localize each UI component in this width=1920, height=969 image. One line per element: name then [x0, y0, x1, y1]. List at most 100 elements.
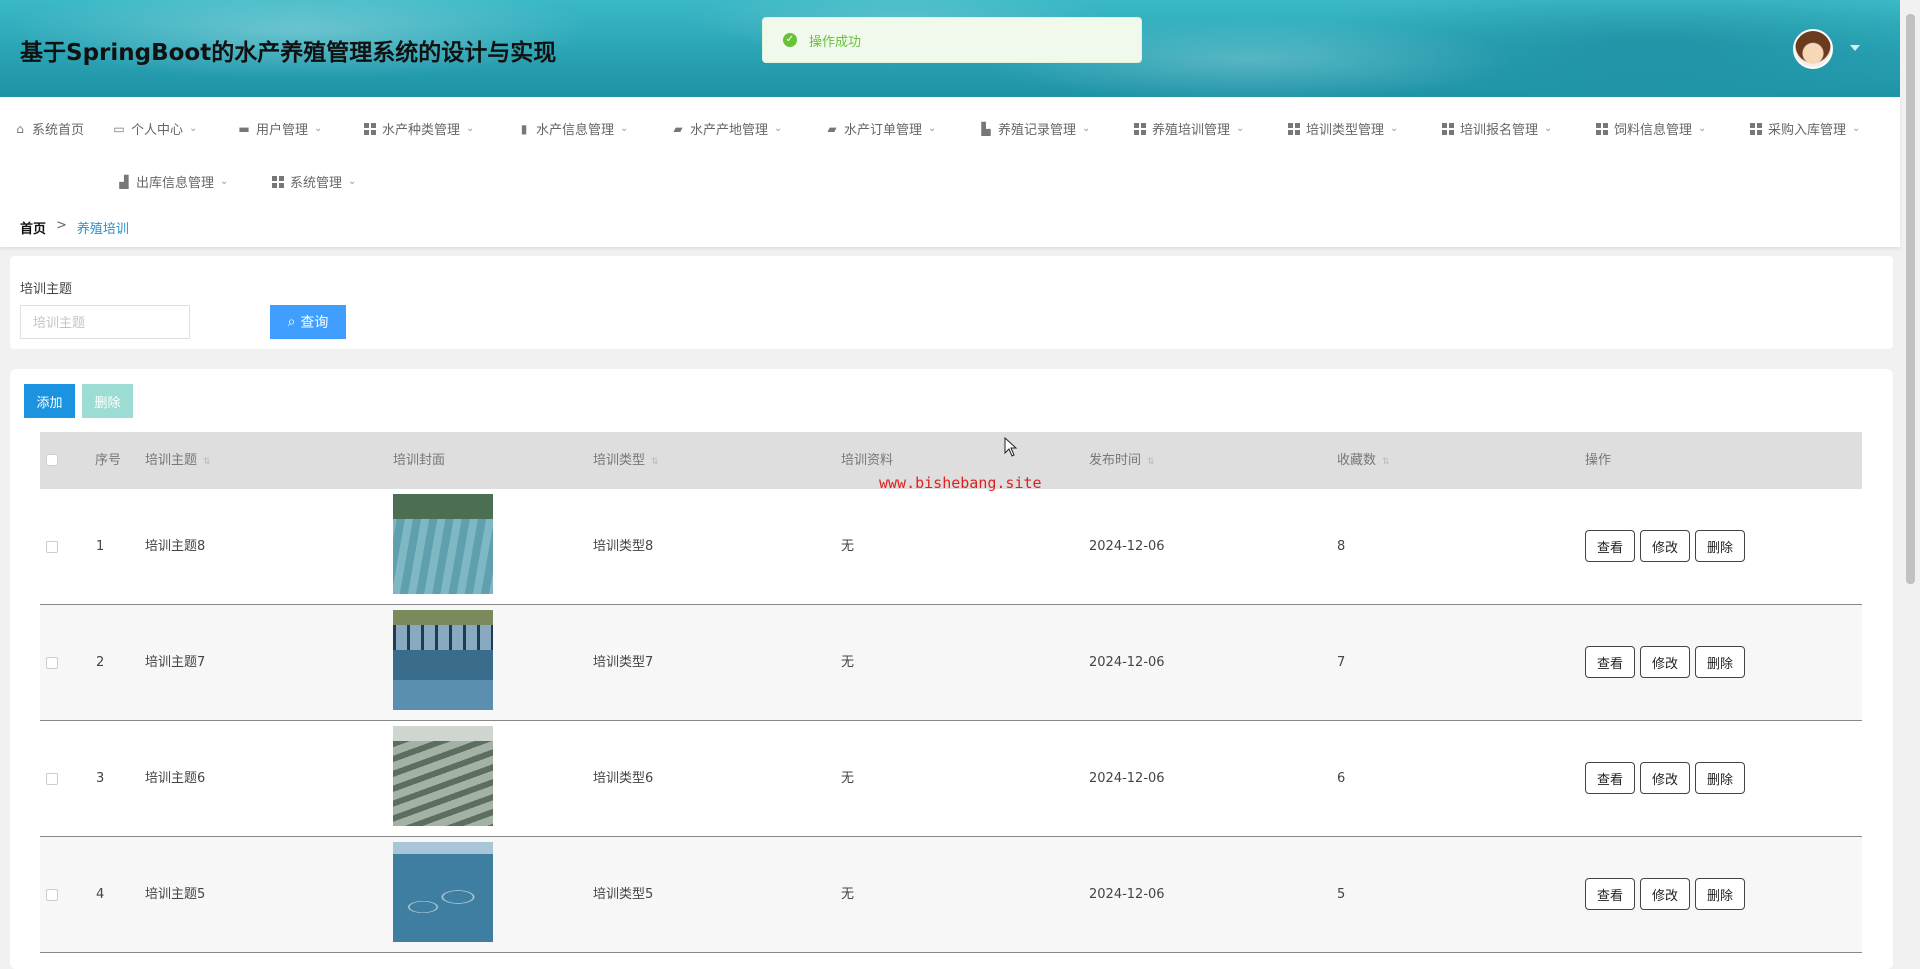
table-row: 4 培训主题5 培训类型5 无 2024-12-06 5 查看 修改 删除 [40, 837, 1862, 953]
cell-index: 3 [96, 771, 105, 786]
cover-image [393, 726, 493, 826]
nav-item-label: 采购入库管理 [1768, 123, 1847, 138]
delete-button[interactable]: 删除 [1695, 762, 1745, 794]
chevron-down-icon: ⌄ [928, 123, 937, 134]
row-checkbox[interactable] [46, 657, 58, 669]
nav-item-label: 出库信息管理 [136, 176, 215, 191]
edit-button[interactable]: 修改 [1640, 530, 1690, 562]
nav-item-training-management[interactable]: 养殖培训管理 ⌄ [1134, 119, 1244, 138]
header-publish-date[interactable]: 发布时间 ⇅ [1089, 432, 1155, 489]
chevron-down-icon: ⌄ [1082, 123, 1091, 134]
briefcase-icon: ▰ [827, 121, 837, 136]
search-input[interactable] [20, 305, 190, 339]
view-button[interactable]: 查看 [1585, 530, 1635, 562]
success-toast: ✓ 操作成功 [762, 17, 1142, 63]
chevron-down-icon[interactable] [1850, 45, 1860, 51]
nav-item-home[interactable]: ⌂ 系统首页 [14, 119, 85, 139]
header-favorites[interactable]: 收藏数 ⇅ [1337, 432, 1390, 489]
cell-topic: 培训主题7 [145, 655, 206, 670]
chevron-down-icon: ⌄ [1698, 123, 1707, 134]
nav-item-origin-management[interactable]: ▰ 水产产地管理 ⌄ [672, 119, 783, 139]
nav-item-training-type-management[interactable]: 培训类型管理 ⌄ [1288, 119, 1398, 138]
view-button[interactable]: 查看 [1585, 646, 1635, 678]
grid-icon [272, 175, 284, 188]
nav-item-order-management[interactable]: ▰ 水产订单管理 ⌄ [826, 119, 937, 139]
nav-item-training-signup-management[interactable]: 培训报名管理 ⌄ [1442, 119, 1552, 138]
nav-item-system-management[interactable]: 系统管理 ⌄ [272, 172, 356, 191]
toast-message: 操作成功 [809, 34, 862, 50]
nav-item-label: 水产产地管理 [690, 123, 769, 138]
cell-topic: 培训主题5 [145, 887, 206, 902]
cell-index: 4 [96, 887, 105, 902]
delete-button[interactable]: 删除 [1695, 530, 1745, 562]
delete-button[interactable]: 删除 [1695, 878, 1745, 910]
header-topic[interactable]: 培训主题 ⇅ [145, 432, 211, 489]
nav-item-species-management[interactable]: 水产种类管理 ⌄ [364, 119, 474, 138]
row-checkbox[interactable] [46, 541, 58, 553]
sort-icon[interactable]: ⇅ [1382, 457, 1390, 467]
sort-icon[interactable]: ⇅ [1147, 457, 1155, 467]
cell-publish-date: 2024-12-06 [1089, 771, 1165, 786]
chevron-down-icon: ⌄ [774, 123, 783, 134]
row-checkbox[interactable] [46, 773, 58, 785]
breadcrumb-current: 养殖培训 [76, 222, 129, 237]
cell-type: 培训类型8 [593, 539, 654, 554]
edit-button[interactable]: 修改 [1640, 878, 1690, 910]
nav-item-personal-center[interactable]: ▭ 个人中心 ⌄ [113, 119, 198, 139]
chevron-down-icon: ⌄ [1236, 123, 1245, 134]
table-row: 3 培训主题6 培训类型6 无 2024-12-06 6 查看 修改 删除 [40, 721, 1862, 837]
cover-image [393, 842, 493, 942]
nav-item-label: 养殖记录管理 [998, 123, 1077, 138]
select-all-checkbox[interactable] [46, 454, 58, 466]
nav-item-purchase-stock-management[interactable]: 采购入库管理 ⌄ [1750, 119, 1860, 138]
cell-topic: 培训主题6 [145, 771, 206, 786]
edit-button[interactable]: 修改 [1640, 762, 1690, 794]
document-icon: ▮ [520, 121, 528, 136]
chevron-down-icon: ⌄ [1852, 123, 1861, 134]
scrollbar-thumb[interactable] [1906, 14, 1915, 584]
edit-button[interactable]: 修改 [1640, 646, 1690, 678]
grid-icon [1288, 122, 1300, 135]
nav-item-label: 系统首页 [32, 123, 85, 138]
avatar[interactable] [1793, 29, 1833, 69]
cover-image [393, 610, 493, 710]
cell-material: 无 [841, 771, 855, 786]
home-icon: ⌂ [16, 121, 24, 136]
nav-item-label: 培训类型管理 [1306, 123, 1385, 138]
sort-icon[interactable]: ⇅ [651, 457, 659, 467]
delete-button[interactable]: 删除 [1695, 646, 1745, 678]
chevron-down-icon: ⌄ [348, 176, 357, 187]
view-button[interactable]: 查看 [1585, 878, 1635, 910]
search-panel: 培训主题 ⌕ 查询 [10, 256, 1893, 349]
grid-icon [364, 122, 376, 135]
nav-item-feed-management[interactable]: 饲料信息管理 ⌄ [1596, 119, 1706, 138]
chevron-down-icon: ⌄ [189, 123, 198, 134]
search-icon: ⌕ [287, 314, 296, 330]
nav-item-aquatic-info-management[interactable]: ▮ 水产信息管理 ⌄ [518, 119, 629, 139]
nav-item-user-management[interactable]: ▬ 用户管理 ⌄ [238, 119, 322, 139]
breadcrumb-home[interactable]: 首页 [20, 218, 46, 237]
nav-item-farming-record-management[interactable]: ▙ 养殖记录管理 ⌄ [980, 119, 1091, 139]
view-button[interactable]: 查看 [1585, 762, 1635, 794]
cell-type: 培训类型6 [593, 771, 654, 786]
query-button[interactable]: ⌕ 查询 [270, 305, 346, 339]
sort-icon[interactable]: ⇅ [203, 457, 211, 467]
cell-material: 无 [841, 887, 855, 902]
nav-item-label: 水产订单管理 [844, 123, 923, 138]
header-type[interactable]: 培训类型 ⇅ [593, 432, 659, 489]
user-card-icon: ▭ [113, 121, 125, 136]
cell-index: 1 [96, 539, 105, 554]
nav-item-outbound-management[interactable]: ▟ 出库信息管理 ⌄ [118, 172, 228, 192]
grid-icon [1750, 122, 1762, 135]
add-button[interactable]: 添加 [24, 384, 75, 418]
batch-delete-button[interactable]: 删除 [82, 384, 133, 418]
breadcrumb: 首页 > 养殖培训 [20, 218, 129, 237]
chevron-down-icon: ⌄ [1544, 123, 1553, 134]
cell-favorites: 5 [1337, 887, 1346, 902]
query-button-label: 查询 [300, 315, 329, 331]
nav-item-label: 养殖培训管理 [1152, 123, 1231, 138]
cell-favorites: 6 [1337, 771, 1346, 786]
grid-icon [1596, 122, 1608, 135]
row-checkbox[interactable] [46, 889, 58, 901]
nav-item-label: 培训报名管理 [1460, 123, 1539, 138]
